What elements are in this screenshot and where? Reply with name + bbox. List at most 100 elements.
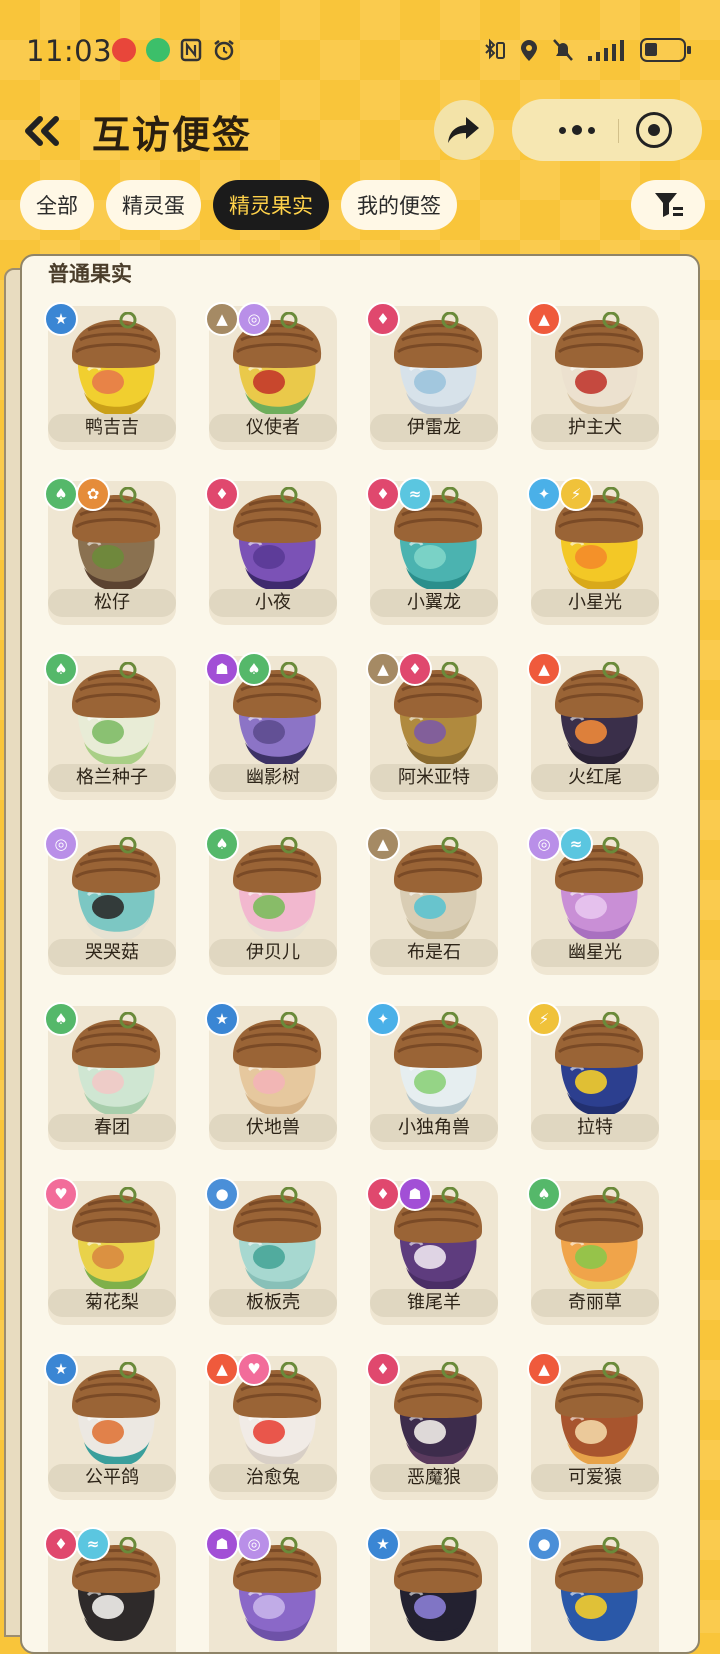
- fruit-card[interactable]: ✦ ⚡ 小星光: [527, 477, 659, 625]
- fruit-card[interactable]: ⚡ 拉特: [527, 1002, 659, 1150]
- fruit-card[interactable]: ▲ 护主犬: [527, 302, 659, 450]
- fruit-name: 拉特: [531, 1114, 659, 1142]
- fruit-card[interactable]: ☗ ♠ 幽影树: [205, 652, 337, 800]
- fruit-name: 小星光: [531, 589, 659, 617]
- acorn-fruit-icon: [555, 1012, 644, 1116]
- location-icon: [518, 38, 540, 62]
- grass-type-icon: ♠: [44, 477, 78, 511]
- fruit-card[interactable]: ◎ ≈ 幽星光: [527, 827, 659, 975]
- fruit-name: 伏地兽: [209, 1114, 337, 1142]
- double-chevron-left-icon: [25, 116, 59, 146]
- acorn-fruit-icon: [72, 1187, 161, 1291]
- fruit-card[interactable]: ▲ 可爱猿: [527, 1352, 659, 1500]
- fruit-card[interactable]: ♦ 伊雷龙: [366, 302, 498, 450]
- acorn-fruit-icon: [233, 1187, 322, 1291]
- fruit-card[interactable]: ◎ 哭哭菇: [44, 827, 176, 975]
- acorn-fruit-icon: [233, 487, 322, 591]
- fruit-name: 治愈兔: [209, 1464, 337, 1492]
- fruit-name: 伊贝儿: [209, 939, 337, 967]
- fruit-card[interactable]: ♦ 恶魔狼: [366, 1352, 498, 1500]
- status-right-icons: [484, 38, 691, 62]
- ice-type-icon: ✦: [527, 477, 561, 511]
- fruit-name: 布是石: [370, 939, 498, 967]
- fruit-name: 小翼龙: [370, 589, 498, 617]
- tab-0[interactable]: 全部: [20, 180, 94, 230]
- demon-type-icon: ♦: [366, 477, 400, 511]
- illusion-type-icon: ◎: [237, 1527, 271, 1561]
- fruit-card[interactable]: ▲ ◎ 仪使者: [205, 302, 337, 450]
- hourglass-icon: [146, 38, 170, 62]
- wind-type-icon: ≈: [559, 827, 593, 861]
- back-button[interactable]: [18, 106, 68, 156]
- ground-type-icon: ▲: [366, 827, 400, 861]
- status-left-icons: [112, 38, 234, 62]
- fruit-panel: 普通果实 ★ 鸭吉吉 ▲ ◎ 仪使者 ♦ 伊雷龙 ▲ 护主犬 ♠ ✿ 松仔 ♦ 小夜 ♦ ≈ 小翼龙 ✦ ⚡ 小星光 ♠…: [20, 254, 700, 1654]
- cute-type-icon: ♥: [44, 1177, 78, 1211]
- fruit-card[interactable]: ♦ ≈: [44, 1527, 176, 1652]
- acorn-fruit-icon: [72, 837, 161, 941]
- fruit-card[interactable]: ●: [527, 1527, 659, 1652]
- fire-type-icon: ▲: [205, 1352, 239, 1386]
- ghost-type-icon: ☗: [205, 652, 239, 686]
- water-type-icon: ●: [205, 1177, 239, 1211]
- fruit-card[interactable]: ♠ 春团: [44, 1002, 176, 1150]
- demon-type-icon: ♦: [366, 1177, 400, 1211]
- fruit-name: 小夜: [209, 589, 337, 617]
- grass-type-icon: ♠: [237, 652, 271, 686]
- fruit-name: 格兰种子: [48, 764, 176, 792]
- nfc-icon: [180, 38, 202, 62]
- acorn-fruit-icon: [394, 1537, 483, 1641]
- fruit-card[interactable]: ♠ ✿ 松仔: [44, 477, 176, 625]
- alarm-icon: [212, 38, 234, 62]
- tab-1[interactable]: 精灵蛋: [106, 180, 201, 230]
- fruit-card[interactable]: ☗ ◎: [205, 1527, 337, 1652]
- fruit-card[interactable]: ● 板板壳: [205, 1177, 337, 1325]
- acorn-fruit-icon: [394, 1362, 483, 1466]
- page-title: 互访便签: [92, 113, 253, 157]
- fruit-card[interactable]: ♦ 小夜: [205, 477, 337, 625]
- fruit-card[interactable]: ★ 伏地兽: [205, 1002, 337, 1150]
- ghost-type-icon: ☗: [205, 1527, 239, 1561]
- fruit-name: 可爱猿: [531, 1464, 659, 1492]
- fruit-card[interactable]: ✦ 小独角兽: [366, 1002, 498, 1150]
- illusion-type-icon: ◎: [527, 827, 561, 861]
- fruit-card[interactable]: ♠ 奇丽草: [527, 1177, 659, 1325]
- battery-icon: [640, 38, 691, 62]
- close-mini-program-button[interactable]: [636, 112, 672, 148]
- fruit-name: 护主犬: [531, 414, 659, 442]
- app-notification-icon: [112, 38, 136, 62]
- acorn-fruit-icon: [72, 1362, 161, 1466]
- filter-button[interactable]: [631, 180, 705, 230]
- acorn-fruit-icon: [555, 312, 644, 416]
- fruit-card[interactable]: ▲ ♦ 阿米亚特: [366, 652, 498, 800]
- fruit-card[interactable]: ★ 公平鸽: [44, 1352, 176, 1500]
- share-button[interactable]: [434, 100, 494, 160]
- tab-3[interactable]: 我的便签: [341, 180, 457, 230]
- grass-type-icon: ♠: [205, 827, 239, 861]
- wind-type-icon: ≈: [398, 477, 432, 511]
- fruit-name: 伊雷龙: [370, 414, 498, 442]
- fruit-card[interactable]: ★: [366, 1527, 498, 1652]
- normal-type-icon: ★: [44, 302, 78, 336]
- acorn-fruit-icon: [555, 1362, 644, 1466]
- fruit-card[interactable]: ♠ 格兰种子: [44, 652, 176, 800]
- tab-2[interactable]: 精灵果实: [213, 180, 329, 230]
- fruit-card[interactable]: ▲ ♥ 治愈兔: [205, 1352, 337, 1500]
- demon-type-icon: ♦: [205, 477, 239, 511]
- illusion-type-icon: ◎: [237, 302, 271, 336]
- demon-type-icon: ♦: [398, 652, 432, 686]
- more-button[interactable]: [542, 117, 612, 143]
- filter-icon: [655, 193, 683, 217]
- fruit-card[interactable]: ▲ 火红尾: [527, 652, 659, 800]
- fruit-name: 火红尾: [531, 764, 659, 792]
- acorn-fruit-icon: [233, 837, 322, 941]
- mute-icon: [552, 38, 574, 62]
- fruit-card[interactable]: ★ 鸭吉吉: [44, 302, 176, 450]
- fruit-card[interactable]: ♦ ☗ 锥尾羊: [366, 1177, 498, 1325]
- fruit-card[interactable]: ♠ 伊贝儿: [205, 827, 337, 975]
- fruit-name: 奇丽草: [531, 1289, 659, 1317]
- fruit-card[interactable]: ♥ 菊花梨: [44, 1177, 176, 1325]
- fruit-card[interactable]: ▲ 布是石: [366, 827, 498, 975]
- fruit-name: 幽星光: [531, 939, 659, 967]
- fruit-card[interactable]: ♦ ≈ 小翼龙: [366, 477, 498, 625]
